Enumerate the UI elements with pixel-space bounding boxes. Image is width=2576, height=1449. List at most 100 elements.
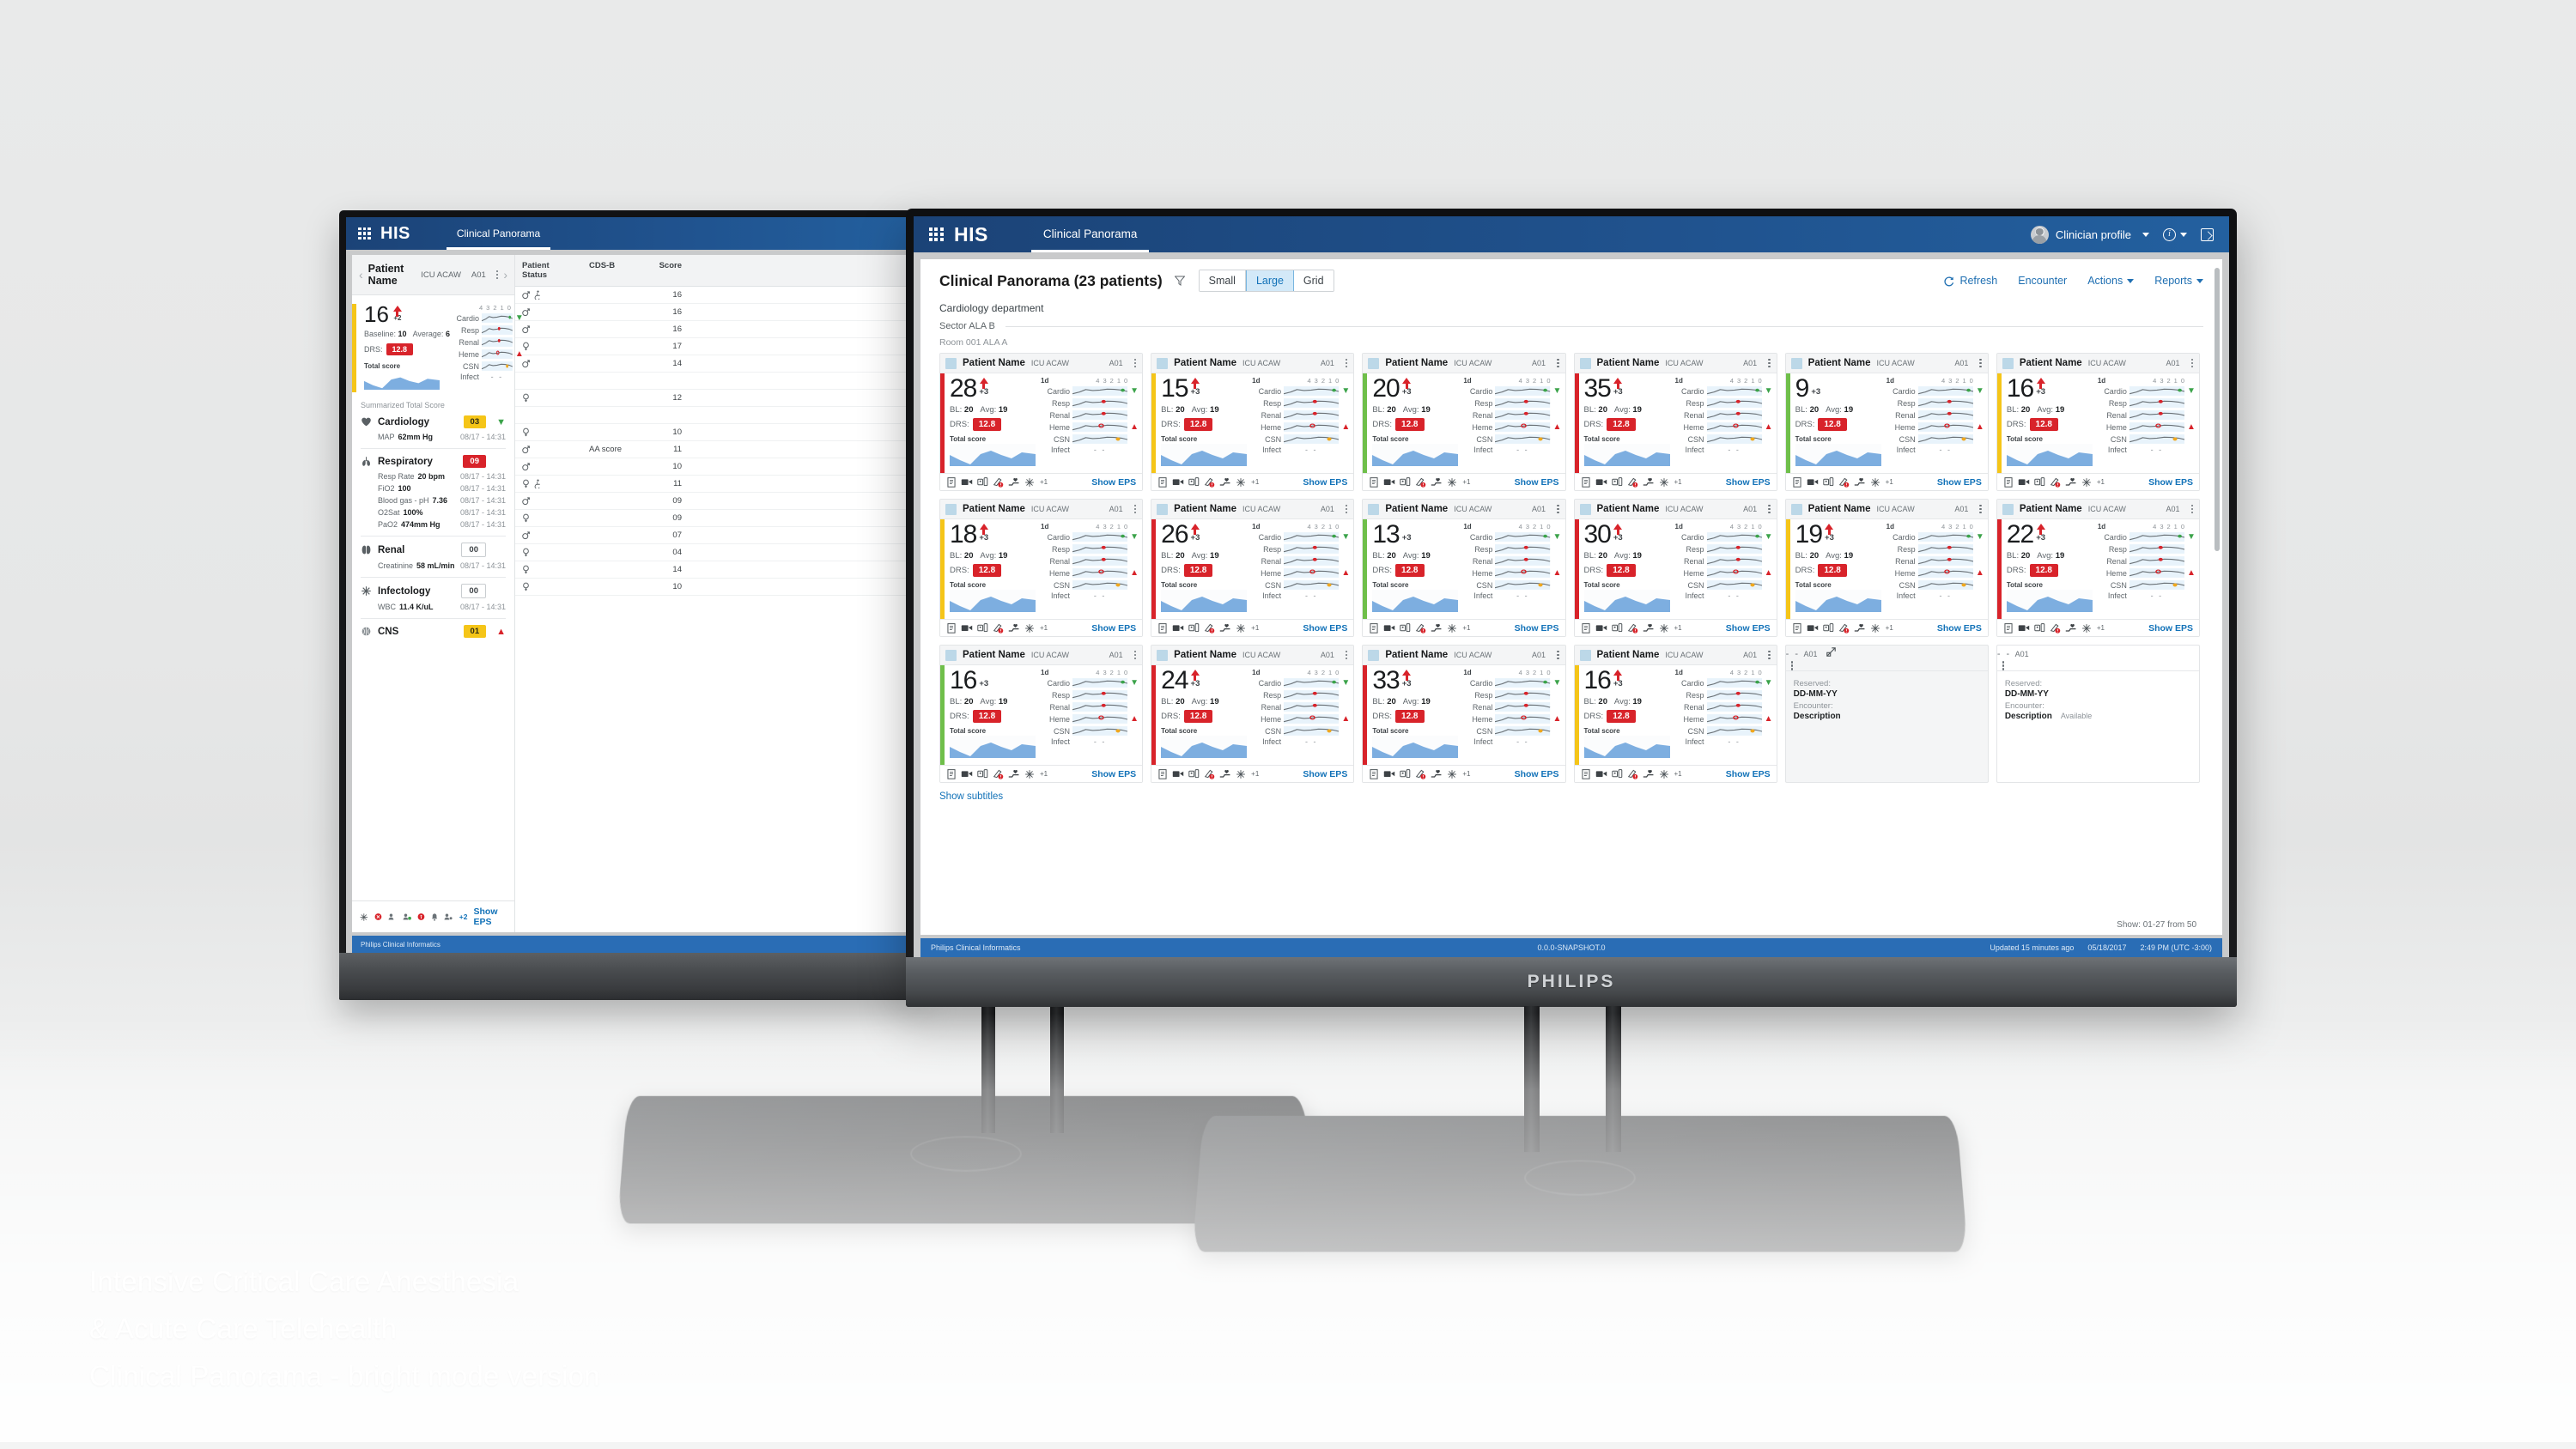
more-icons-count[interactable]: +1 xyxy=(1251,478,1259,486)
patient-card-menu-icon[interactable] xyxy=(2190,358,2193,368)
lab-alert-icon[interactable] xyxy=(1204,622,1215,634)
lab-alert-icon[interactable] xyxy=(993,768,1004,779)
patient-card-menu-icon[interactable] xyxy=(1979,358,1982,368)
more-icons-count[interactable]: +1 xyxy=(1886,624,1893,632)
bed-monitor-icon[interactable] xyxy=(1611,622,1623,634)
notes-icon[interactable] xyxy=(1157,768,1168,779)
notes-icon[interactable] xyxy=(2003,622,2014,634)
patient-card-menu-icon[interactable] xyxy=(1345,504,1348,514)
patient-card-menu-icon[interactable] xyxy=(1133,650,1137,660)
show-eps-link[interactable]: Show EPS xyxy=(1303,623,1347,634)
bed-monitor-icon[interactable] xyxy=(2034,622,2045,634)
more-icons-count[interactable]: +1 xyxy=(1462,770,1470,778)
table-row[interactable]: 10 xyxy=(515,579,916,596)
heart-bed-icon[interactable] xyxy=(1643,477,1655,487)
lab-alert-icon[interactable] xyxy=(1838,622,1850,634)
notes-icon[interactable] xyxy=(1792,622,1802,634)
virus-icon[interactable] xyxy=(1236,623,1246,634)
table-row[interactable]: 09 xyxy=(515,510,916,527)
lab-alert-icon[interactable] xyxy=(1415,768,1426,779)
show-eps-link[interactable]: Show EPS xyxy=(1091,477,1136,488)
location-pin-icon[interactable] xyxy=(417,912,425,922)
person-settings-icon[interactable] xyxy=(444,912,453,922)
virus-icon[interactable] xyxy=(2081,477,2092,488)
table-row[interactable]: 09 xyxy=(515,493,916,510)
video-camera-icon[interactable] xyxy=(1383,769,1395,779)
notes-icon[interactable] xyxy=(946,768,957,779)
more-icons-count[interactable]: +1 xyxy=(1040,478,1048,486)
lab-alert-icon[interactable] xyxy=(1627,768,1638,779)
virus-icon[interactable] xyxy=(1447,477,1457,488)
notes-icon[interactable] xyxy=(1581,768,1591,779)
patient-card[interactable]: Patient Name ICU ACAW A01 16 +3 BL: 20 A… xyxy=(1996,353,2200,491)
notes-icon[interactable] xyxy=(946,622,957,634)
notes-icon[interactable] xyxy=(1157,476,1168,488)
heart-bed-icon[interactable] xyxy=(1008,769,1020,779)
lab-alert-icon[interactable] xyxy=(1627,622,1638,634)
patient-card[interactable]: Patient Name ICU ACAW A01 15 +3 BL: 20 A… xyxy=(1151,353,1355,491)
table-row[interactable] xyxy=(515,407,916,424)
virus-icon[interactable] xyxy=(2081,623,2092,634)
patient-card-menu-icon[interactable] xyxy=(1133,358,1137,368)
more-icons-count[interactable]: +1 xyxy=(1251,770,1259,778)
patient-card-menu-icon[interactable] xyxy=(1768,504,1771,514)
video-camera-icon[interactable] xyxy=(961,477,973,487)
view-large-button[interactable]: Large xyxy=(1245,270,1294,291)
bed-monitor-icon[interactable] xyxy=(1400,476,1411,488)
video-camera-icon[interactable] xyxy=(1172,477,1184,487)
bell-icon[interactable] xyxy=(431,912,438,923)
bed-monitor-icon[interactable] xyxy=(1822,476,1834,488)
heart-bed-icon[interactable] xyxy=(1219,477,1231,487)
patient-card-menu-icon[interactable] xyxy=(1345,650,1348,660)
table-row[interactable]: 11 xyxy=(515,476,916,493)
more-icons-count[interactable]: +1 xyxy=(1674,770,1682,778)
video-camera-icon[interactable] xyxy=(2018,477,2030,487)
bed-monitor-icon[interactable] xyxy=(1822,622,1834,634)
table-row[interactable]: 16 xyxy=(515,287,916,304)
lab-alert-icon[interactable] xyxy=(1204,476,1215,488)
table-row[interactable] xyxy=(515,373,916,390)
heart-bed-icon[interactable] xyxy=(1219,769,1231,779)
heart-bed-icon[interactable] xyxy=(1643,769,1655,779)
lab-alert-icon[interactable] xyxy=(2050,476,2061,488)
lab-alert-icon[interactable] xyxy=(1204,768,1215,779)
refresh-button[interactable]: Refresh xyxy=(1943,275,1997,287)
app-grid-icon[interactable] xyxy=(358,227,371,240)
notes-icon[interactable] xyxy=(1369,768,1379,779)
next-patient-icon[interactable]: › xyxy=(503,268,507,282)
heart-bed-icon[interactable] xyxy=(1431,623,1443,633)
summary-row-renal[interactable]: Renal 00 xyxy=(361,537,506,560)
video-camera-icon[interactable] xyxy=(1172,623,1184,633)
show-eps-link[interactable]: Show EPS xyxy=(1091,623,1136,634)
patient-card[interactable]: Patient Name ICU ACAW A01 26 +3 BL: 20 A… xyxy=(1151,499,1355,637)
virus-icon[interactable] xyxy=(1236,769,1246,779)
summary-row-respiratory[interactable]: Respiratory 09 xyxy=(361,449,506,470)
notes-icon[interactable] xyxy=(1581,476,1591,488)
video-camera-icon[interactable] xyxy=(1595,769,1607,779)
more-icons-count[interactable]: +1 xyxy=(1462,478,1470,486)
reserved-bed-card[interactable]: - - A01 Reserved: DD-MM-YY Encounter: De… xyxy=(1996,645,2200,783)
expand-icon[interactable] xyxy=(2201,227,2214,241)
show-eps-link[interactable]: Show EPS xyxy=(1515,477,1559,488)
reserved-bed-card[interactable]: - - A01 Reserved: DD-MM-YY Encounter: De… xyxy=(1784,645,1989,783)
patient-card-menu-icon[interactable] xyxy=(2190,504,2193,514)
prev-patient-icon[interactable]: ‹ xyxy=(359,268,363,282)
lab-alert-icon[interactable] xyxy=(993,476,1004,488)
video-camera-icon[interactable] xyxy=(2018,623,2030,633)
virus-icon[interactable] xyxy=(1447,623,1457,634)
more-icons-count[interactable]: +1 xyxy=(1251,624,1259,632)
notes-icon[interactable] xyxy=(1581,622,1591,634)
table-row[interactable]: 12 xyxy=(515,390,916,407)
table-row[interactable]: 04 xyxy=(515,544,916,561)
more-icons-count[interactable]: +1 xyxy=(1040,624,1048,632)
video-camera-icon[interactable] xyxy=(961,623,973,633)
video-camera-icon[interactable] xyxy=(961,769,973,779)
show-eps-link[interactable]: Show EPS xyxy=(1515,769,1559,779)
video-camera-icon[interactable] xyxy=(1383,623,1395,633)
video-camera-icon[interactable] xyxy=(1172,769,1184,779)
app-grid-icon[interactable] xyxy=(929,227,944,242)
show-subtitles-link[interactable]: Show subtitles xyxy=(920,783,2222,802)
virus-icon[interactable] xyxy=(1024,623,1035,634)
show-eps-link[interactable]: Show EPS xyxy=(1515,623,1559,634)
bed-monitor-icon[interactable] xyxy=(1611,768,1623,779)
